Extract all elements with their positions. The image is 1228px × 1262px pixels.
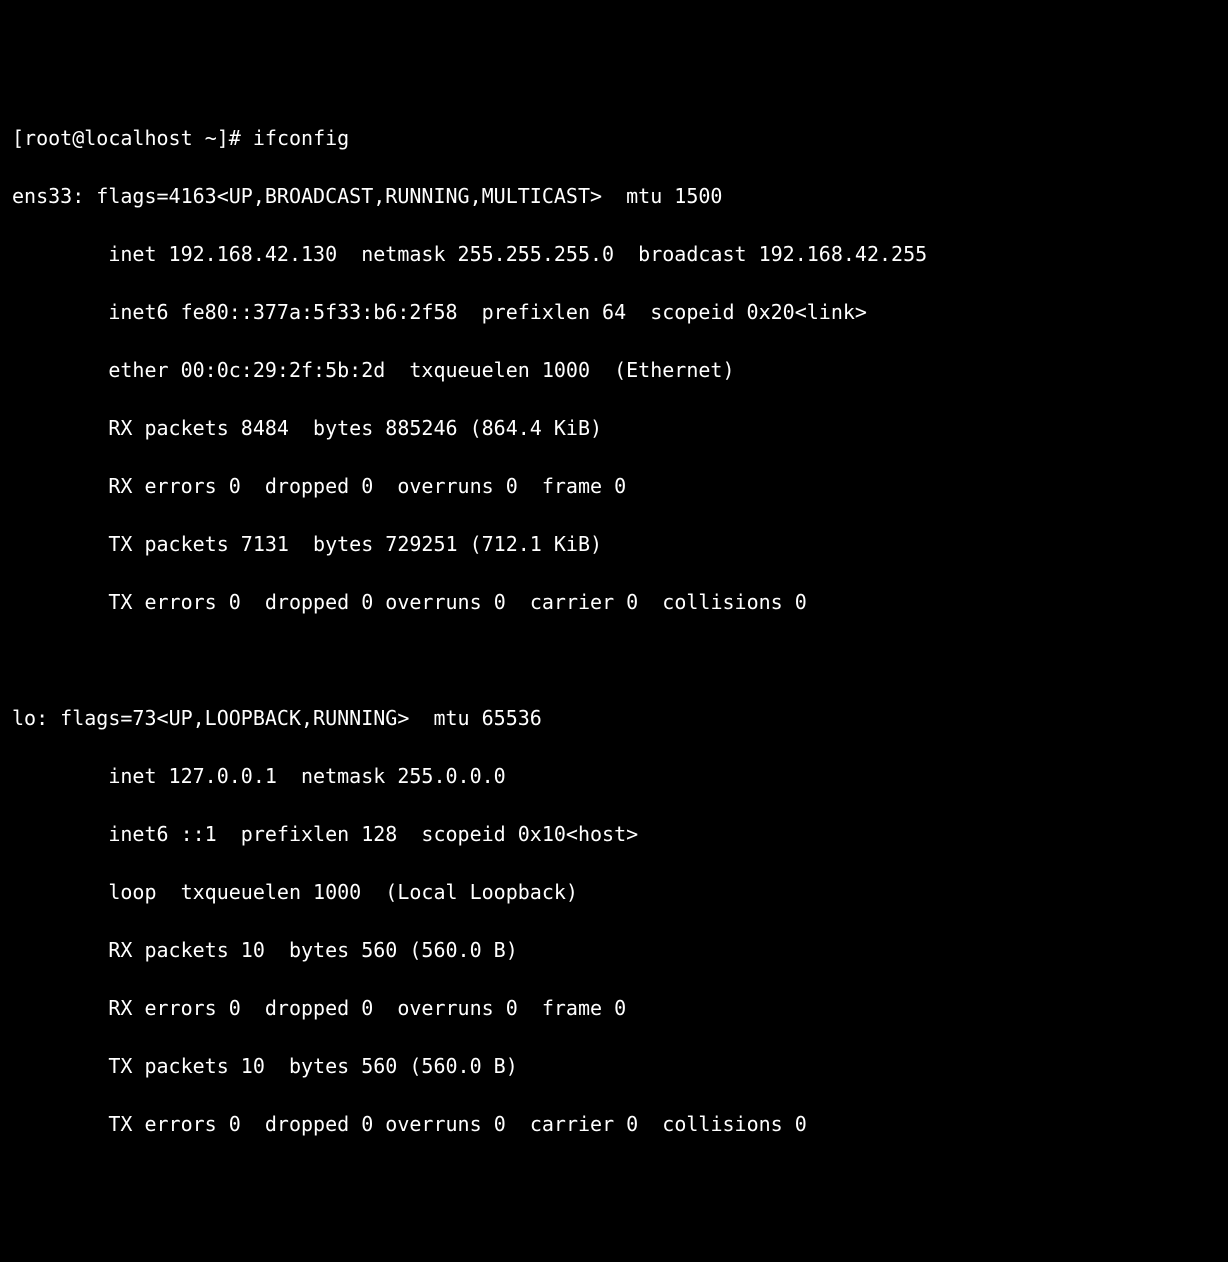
iface1-rx-packets: RX packets 10 bytes 560 (560.0 B) — [12, 936, 1216, 965]
prompt-user: root — [24, 126, 72, 150]
iface1-inet6: inet6 ::1 prefixlen 128 scopeid 0x10<hos… — [12, 820, 1216, 849]
iface0-inet6: inet6 fe80::377a:5f33:b6:2f58 prefixlen … — [12, 298, 1216, 327]
iface0-ether: ether 00:0c:29:2f:5b:2d txqueuelen 1000 … — [12, 356, 1216, 385]
prompt-symbol: # — [229, 126, 241, 150]
iface0-name: ens33 — [12, 184, 72, 208]
prompt-dir: ~ — [205, 126, 217, 150]
iface1-tx-packets: TX packets 10 bytes 560 (560.0 B) — [12, 1052, 1216, 1081]
blank-line — [12, 646, 1216, 675]
iface1-header: lo: flags=73<UP,LOOPBACK,RUNNING> mtu 65… — [12, 704, 1216, 733]
prompt-line[interactable]: [root@localhost ~]# ifconfig — [12, 124, 1216, 153]
iface0-tx-packets: TX packets 7131 bytes 729251 (712.1 KiB) — [12, 530, 1216, 559]
iface0-rx-packets: RX packets 8484 bytes 885246 (864.4 KiB) — [12, 414, 1216, 443]
prompt-host: localhost — [84, 126, 192, 150]
iface1-name: lo — [12, 706, 36, 730]
iface1-tx-errors: TX errors 0 dropped 0 overruns 0 carrier… — [12, 1110, 1216, 1139]
iface1-loop: loop txqueuelen 1000 (Local Loopback) — [12, 878, 1216, 907]
iface0-header: ens33: flags=4163<UP,BROADCAST,RUNNING,M… — [12, 182, 1216, 211]
iface0-rx-errors: RX errors 0 dropped 0 overruns 0 frame 0 — [12, 472, 1216, 501]
iface0-tx-errors: TX errors 0 dropped 0 overruns 0 carrier… — [12, 588, 1216, 617]
iface1-rx-errors: RX errors 0 dropped 0 overruns 0 frame 0 — [12, 994, 1216, 1023]
command: ifconfig — [253, 126, 349, 150]
iface1-inet: inet 127.0.0.1 netmask 255.0.0.0 — [12, 762, 1216, 791]
iface0-inet: inet 192.168.42.130 netmask 255.255.255.… — [12, 240, 1216, 269]
